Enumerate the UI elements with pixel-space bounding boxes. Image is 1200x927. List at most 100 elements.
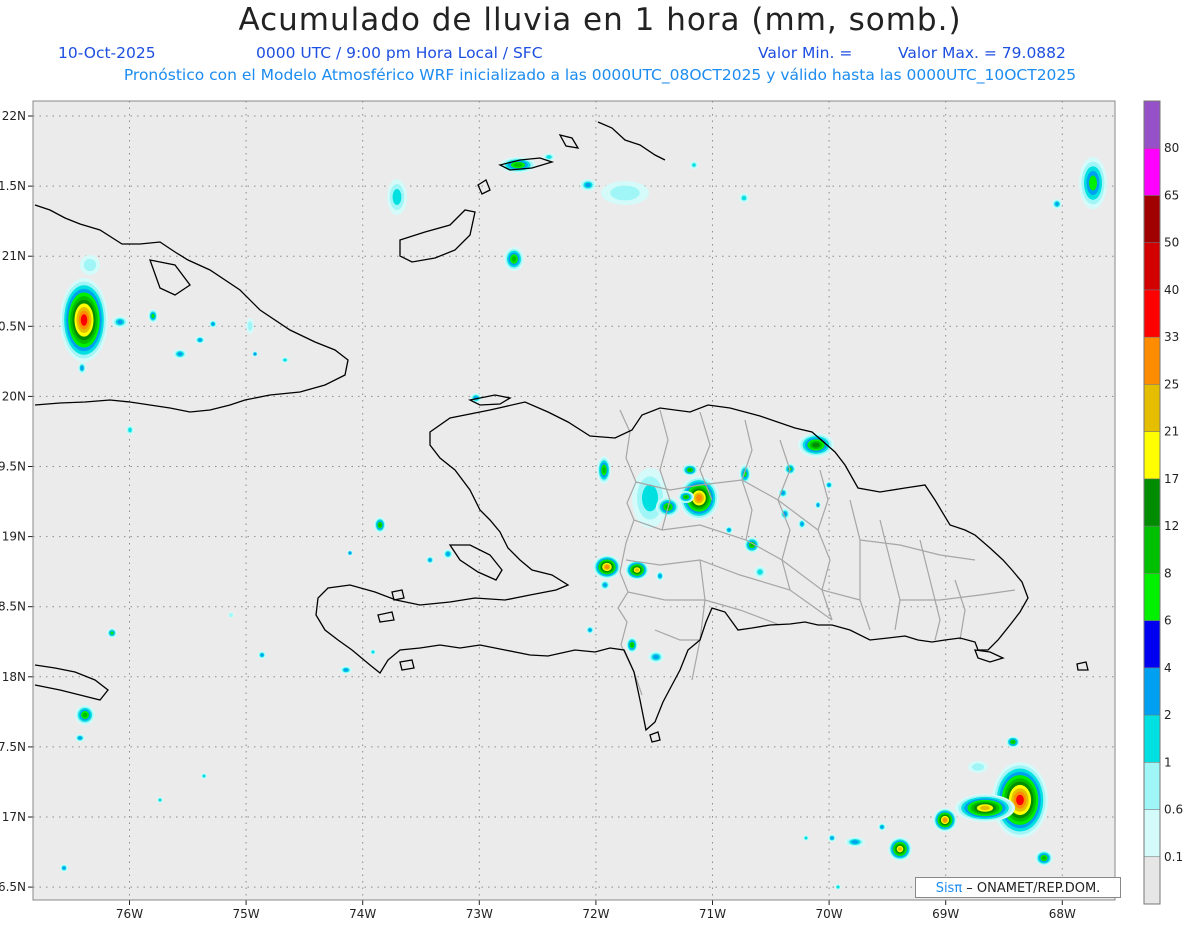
colorbar-label: 25 [1164,377,1179,391]
rain-contour [692,163,696,167]
rain-contour [211,322,215,326]
rain-contour [604,565,610,569]
colorbar-label: 40 [1164,283,1179,297]
rain-contour [511,256,517,262]
rain-contour [253,352,257,356]
rain-contour [177,352,183,356]
rain-contour [260,653,264,657]
lat-tick-label: 6.5N [0,880,26,894]
rain-cell [888,837,912,861]
lat-tick-label: 1.5N [0,179,26,193]
rain-contour [371,650,375,654]
rain-contour [348,551,352,555]
rain-contour [603,583,607,587]
lat-tick-label: 19N [2,530,26,544]
rain-cell [597,456,611,484]
rain-cell [201,773,207,779]
rain-contour [658,574,662,578]
lon-tick-label: 69W [932,907,959,921]
rain-contour [653,654,659,660]
rain-cell [845,837,865,847]
rain-contour [202,774,206,778]
rain-contour [880,825,884,829]
rain-cell [173,349,187,359]
rain-cell [126,425,134,435]
colorbar-label: 0.1 [1164,850,1183,864]
rain-cell [593,555,621,579]
colorbar-segment [1144,762,1160,810]
rain-contour [1011,740,1015,744]
lat-tick-label: 17N [2,810,26,824]
rain-contour [741,195,747,201]
lon-tick-label: 75W [233,907,260,921]
rain-cell [209,320,217,328]
colorbar-label: 1 [1164,755,1172,769]
rain-contour [128,427,132,433]
lat-tick-label: 22N [2,109,26,123]
rain-contour [971,763,985,771]
rain-contour [83,258,97,272]
rain-contour [80,365,84,371]
colorbar-label: 0.6 [1164,803,1183,817]
rain-contour [830,836,834,840]
rain-contour [812,442,820,448]
rain-cell [678,491,694,503]
rain-cell [1052,199,1062,209]
colorbar-segment [1144,337,1160,385]
rain-contour [117,319,123,325]
colorbar-segment [1144,856,1160,904]
colorbar-segment [1144,667,1160,716]
rain-contour [851,840,859,844]
colorbar-segment [1144,431,1160,479]
colorbar-segment [1144,809,1160,857]
colorbar-segment [1144,620,1160,668]
rain-cell [281,357,289,363]
rain-cell [798,433,834,457]
lon-tick-label: 71W [699,907,726,921]
rain-cell [955,794,1015,822]
rain-cell [340,666,352,674]
colorbar-label: 33 [1164,330,1179,344]
rain-contour [585,182,591,188]
colorbar-label: 65 [1164,188,1179,202]
rain-cell [80,255,100,275]
rain-cell [370,649,376,655]
rain-cell [825,481,833,489]
rain-cell [112,316,128,328]
colorbar-segment [1144,101,1160,149]
rain-contour [158,798,162,802]
rain-cell [586,626,594,634]
colorbar-label: 4 [1164,661,1172,675]
rain-cell [148,309,158,323]
rain-cell [504,247,524,271]
lon-tick-label: 68W [1049,907,1076,921]
rain-contour [943,818,947,822]
rain-contour [392,189,402,205]
rain-contour [588,628,592,632]
rain-cell [648,651,664,663]
rain-contour [110,631,114,635]
rain-contour [727,528,731,532]
lat-tick-label: 21N [2,249,26,263]
rain-contour [1055,202,1059,206]
rain-cell [347,550,353,556]
rain-contour [80,314,88,326]
rain-contour [695,494,703,502]
rain-contour [816,503,820,507]
rain-cell [656,571,664,581]
rain-contour [827,483,831,487]
lat-tick-label: 8.5N [0,600,26,614]
colorbar-label: 6 [1164,614,1172,628]
colorbar-segment [1144,526,1160,574]
rain-contour [343,668,349,672]
rain-contour [1016,794,1024,806]
rain-contour [198,338,202,342]
rain-contour [82,712,88,718]
rain-cell [246,318,254,334]
rain-cell [600,580,610,590]
rain-contour [684,495,688,499]
rain-contour [757,569,763,575]
rain-contour [800,522,804,526]
rain-contour [151,314,155,318]
rain-contour [247,321,253,331]
